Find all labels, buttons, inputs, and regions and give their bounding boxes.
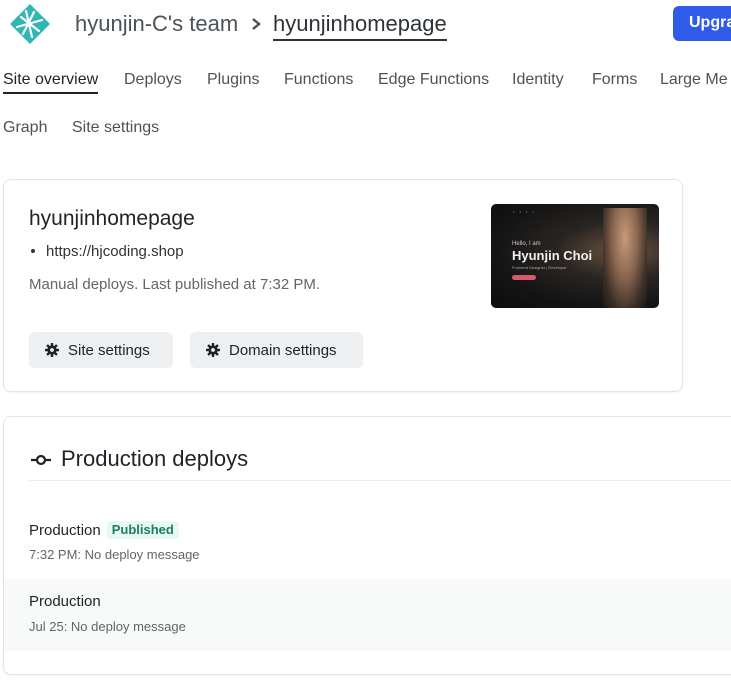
tab-functions[interactable]: Functions [284,71,353,89]
deploy-context: Production [29,593,101,610]
deploy-meta: 7:32 PM: No deploy message [29,547,200,562]
upgrade-button[interactable]: Upgra [673,6,731,41]
preview-nav-dots: • • • • [513,209,536,214]
deploy-context-label: Production [29,593,101,610]
site-settings-button[interactable]: Site settings [29,332,173,368]
domain-settings-button[interactable]: Domain settings [190,332,363,368]
site-url-row: https://hjcoding.shop [29,243,184,260]
tab-forms[interactable]: Forms [592,71,637,89]
site-name: hyunjinhomepage [29,207,195,230]
production-deploys-title: Production deploys [61,446,249,471]
tab-site-overview[interactable]: Site overview [3,71,99,94]
tab-deploys[interactable]: Deploys [124,71,182,89]
app-page: hyunjin-C's team hyunjinhomepage Upgra S… [0,0,731,681]
gear-icon [206,343,220,357]
netlify-logo-icon[interactable] [9,3,51,45]
deploy-row[interactable]: Production Jul 25: No deploy message [4,579,731,651]
deploy-meta: Jul 25: No deploy message [29,619,186,634]
preview-portrait [603,208,647,308]
tab-plugins[interactable]: Plugins [207,71,259,89]
site-overview-card: hyunjinhomepage https://hjcoding.shop Ma… [3,179,683,392]
bullet-icon [31,248,35,253]
tab-graph[interactable]: Graph [3,119,47,137]
published-badge: Published [106,521,179,539]
site-preview-thumbnail[interactable]: • • • • Hello, I am Hyunjin Choi Fronten… [491,204,659,308]
git-commit-icon [31,454,51,466]
divider [29,480,731,481]
tab-site-settings[interactable]: Site settings [72,119,159,137]
preview-button [512,275,536,280]
tab-large-media[interactable]: Large Me [660,71,728,89]
tab-identity[interactable]: Identity [512,71,564,89]
deploy-row[interactable]: Production Published 7:32 PM: No deploy m… [4,507,731,579]
domain-settings-label: Domain settings [229,342,337,359]
gear-icon [45,343,59,357]
top-header: hyunjin-C's team hyunjinhomepage Upgra [0,0,731,50]
preview-name: Hyunjin Choi [512,248,593,263]
deploy-context: Production Published [29,521,179,539]
tab-edge-functions[interactable]: Edge Functions [378,71,489,89]
preview-role: Frontend Designer | Developer [512,265,567,270]
team-breadcrumb[interactable]: hyunjin-C's team [75,11,238,37]
site-settings-label: Site settings [68,342,150,359]
preview-hello: Hello, I am [512,241,541,247]
chevron-right-icon [252,18,261,30]
production-deploys-card: Production deploys Production Published 7… [3,416,731,675]
deploy-info: Manual deploys. Last published at 7:32 P… [29,276,321,293]
deploy-context-label: Production [29,522,101,539]
site-url-link[interactable]: https://hjcoding.shop [46,243,184,260]
site-breadcrumb[interactable]: hyunjinhomepage [273,11,447,41]
